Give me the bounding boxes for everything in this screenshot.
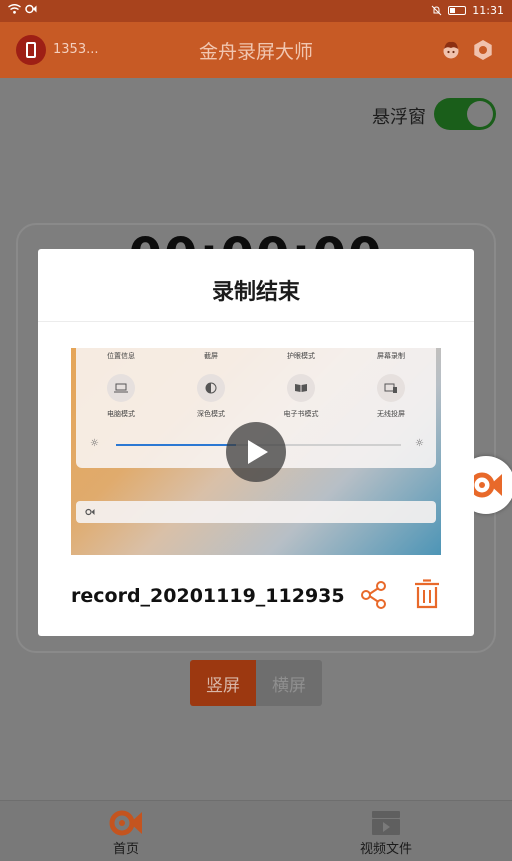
cast-screen-icon (377, 374, 405, 402)
preview-label: 护眼模式 (287, 352, 315, 360)
record-camera-icon (469, 472, 502, 498)
video-preview[interactable]: 位置信息 截屏 护眼模式 屏幕录制 电脑模式 深色模式 电子书模式 无线投屏 ☼… (71, 348, 441, 555)
preview-tile-labels: 电脑模式 深色模式 电子书模式 无线投屏 (76, 409, 436, 419)
preview-top-labels: 位置信息 截屏 护眼模式 屏幕录制 (76, 351, 436, 361)
status-left (8, 4, 37, 14)
dialog-divider (38, 321, 474, 322)
brightness-fill (116, 444, 236, 446)
file-name: record_20201119_112935 (71, 585, 345, 607)
toggle-knob (467, 101, 493, 127)
landscape-button[interactable]: 横屏 (256, 660, 322, 706)
preview-label: 屏幕录制 (377, 352, 405, 360)
preview-notification (76, 501, 436, 523)
nav-home-label: 首页 (112, 842, 139, 857)
app-header: 1353... 金舟录屏大师 (0, 22, 512, 78)
recording-status-icon (25, 4, 37, 14)
avatar-icon[interactable] (442, 40, 460, 60)
preview-label: 截屏 (204, 352, 218, 360)
preview-label: 位置信息 (107, 352, 135, 360)
video-files-icon (372, 811, 400, 835)
brightness-high-icon: ☼ (415, 438, 424, 449)
nav-home[interactable]: 首页 (61, 801, 191, 861)
home-record-icon (109, 810, 142, 836)
gear-icon[interactable] (472, 39, 494, 61)
wifi-icon (8, 4, 21, 14)
dark-mode-icon (197, 374, 225, 402)
battery-icon (448, 6, 467, 15)
float-window-toggle[interactable] (434, 98, 496, 130)
record-notification-icon (85, 508, 95, 516)
float-window-label: 悬浮窗 (372, 107, 426, 128)
status-right: 11:31 (431, 4, 504, 17)
nav-videos[interactable]: 视频文件 (321, 801, 451, 861)
mute-bell-icon (431, 5, 442, 16)
status-bar: 11:31 (0, 0, 512, 22)
nav-videos-label: 视频文件 (359, 842, 412, 857)
brightness-low-icon: ☼ (90, 438, 99, 449)
preview-label: 深色模式 (197, 410, 225, 418)
status-time: 11:31 (472, 4, 504, 17)
orientation-selector: 竖屏 横屏 (190, 660, 322, 706)
play-button[interactable] (226, 422, 286, 482)
portrait-button[interactable]: 竖屏 (190, 660, 256, 706)
dialog-title: 录制结束 (211, 280, 300, 305)
preview-label: 电子书模式 (283, 410, 319, 418)
preview-label: 电脑模式 (107, 410, 135, 418)
app-title: 金舟录屏大师 (198, 41, 313, 63)
book-icon (287, 374, 315, 402)
laptop-icon (107, 374, 135, 402)
record-finished-dialog: 录制结束 位置信息 截屏 护眼模式 屏幕录制 电脑模式 深色模式 电子书模式 无… (38, 249, 474, 636)
preview-tile-icons (76, 374, 436, 402)
play-icon (248, 440, 268, 464)
share-icon[interactable] (360, 581, 388, 609)
delete-icon[interactable] (414, 579, 440, 609)
preview-label: 无线投屏 (377, 410, 405, 418)
bottom-nav: 首页 视频文件 (0, 800, 512, 861)
